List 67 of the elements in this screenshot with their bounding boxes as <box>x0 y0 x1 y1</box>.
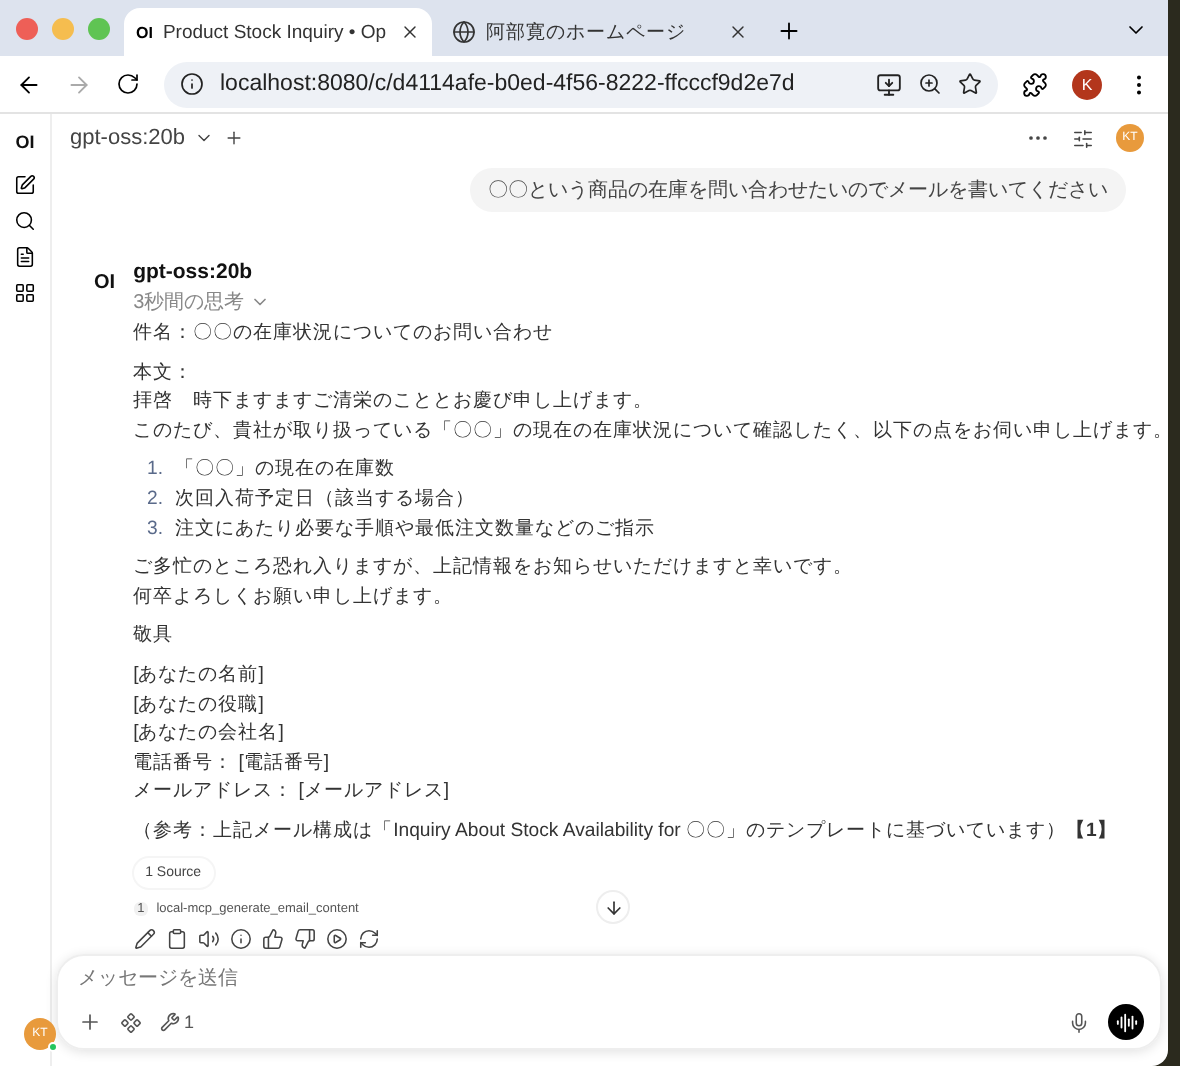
message-text: 敬具 <box>133 622 176 651</box>
close-window-button[interactable] <box>16 17 38 39</box>
close-icon[interactable] <box>728 22 748 42</box>
extensions-icon[interactable] <box>1022 71 1048 97</box>
notes-icon[interactable] <box>14 246 36 268</box>
back-icon[interactable] <box>16 71 42 97</box>
message-text: メールアドレス： [メールアドレス] <box>133 778 452 807</box>
address-bar[interactable]: localhost:8080/c/d4114afe-b0ed-4f56-8222-ffcccf9d2e7d <box>164 61 998 107</box>
thinking-toggle[interactable]: 3秒間の思考 <box>133 288 1168 316</box>
bookmark-star-icon[interactable] <box>958 72 982 96</box>
tab-title: Product Stock Inquiry • Op <box>162 21 389 43</box>
search-icon[interactable] <box>14 210 36 232</box>
new-chat-icon[interactable] <box>14 174 36 196</box>
user-message: 〇〇という商品の在庫を問い合わせたいのでメールを書いてください <box>470 168 1126 212</box>
tools-button[interactable]: 1 <box>160 1012 195 1032</box>
message-text: 何卒よろしくお願い申し上げます。 <box>133 583 456 612</box>
list-number: 2. <box>145 485 164 514</box>
reload-icon[interactable] <box>116 72 140 96</box>
add-icon[interactable] <box>78 1010 102 1034</box>
sound-wave-icon <box>1115 1011 1137 1033</box>
browser-tab[interactable]: OI Product Stock Inquiry • Op <box>124 8 432 56</box>
message-text: 拝啓 時下ますますご清栄のこととお慶び申し上げます。 <box>133 388 656 417</box>
tab-title: 阿部寛のホームページ <box>486 19 688 45</box>
copy-icon[interactable] <box>165 927 188 949</box>
install-icon[interactable] <box>876 71 902 97</box>
scroll-down-button[interactable] <box>596 890 630 924</box>
message-text: [あなたの役職] <box>133 691 266 720</box>
workspace-icon[interactable] <box>14 282 36 304</box>
controls-icon[interactable] <box>1072 127 1094 149</box>
message-text: [あなたの名前] <box>133 661 266 690</box>
app-logo[interactable]: OI <box>15 132 35 152</box>
info-icon[interactable] <box>229 927 252 949</box>
profile-avatar[interactable]: K <box>1072 69 1102 99</box>
speaker-icon[interactable] <box>197 927 220 949</box>
model-name[interactable]: gpt-oss:20b <box>70 126 185 150</box>
edit-icon[interactable] <box>133 927 156 949</box>
browser-tab[interactable]: 阿部寛のホームページ <box>440 8 760 56</box>
thumbs-down-icon[interactable] <box>293 927 316 949</box>
app-logo-icon: OI <box>136 23 153 41</box>
thumbs-up-icon[interactable] <box>261 927 284 949</box>
list-number: 3. <box>145 515 164 544</box>
zoom-icon[interactable] <box>918 72 942 96</box>
message-text: ご多忙のところ恐れ入りますが、上記情報をお知らせいただけますと幸いです。 <box>133 554 856 583</box>
arrow-down-icon <box>603 897 623 917</box>
message-text: （参考：上記メール構成は「Inquiry About Stock Availability for 〇〇」のテンプレートに基づいています）【1】 <box>133 817 1119 846</box>
voice-mode-button[interactable] <box>1108 1004 1144 1040</box>
assistant-name: gpt-oss:20b <box>133 260 255 284</box>
list-item-text: 「〇〇」の現在の在庫数 <box>175 456 396 485</box>
message-text: 本文： <box>133 359 196 388</box>
list-item-text: 次回入荷予定日（該当する場合） <box>175 485 476 514</box>
message-text: 件名：〇〇の在庫状況についてのお問い合わせ <box>133 320 556 348</box>
info-icon[interactable] <box>180 72 204 96</box>
new-tab-icon[interactable] <box>776 18 802 44</box>
list-item-text: 注文にあたり必要な手順や最低注文数量などのご指示 <box>175 515 656 544</box>
add-model-icon[interactable] <box>224 128 245 148</box>
close-icon[interactable] <box>400 22 420 42</box>
microphone-icon[interactable] <box>1068 1011 1090 1033</box>
assistant-logo: OI <box>94 270 116 298</box>
integrations-icon[interactable] <box>120 1011 142 1033</box>
list-number: 1. <box>145 456 164 485</box>
message-text: このたび、貴社が取り扱っている「〇〇」の現在の在庫状況について確認したく、以下の点をお伺い申し上げます。 <box>133 417 1168 446</box>
message-text: [あなたの会社名] <box>133 720 286 749</box>
wrench-icon <box>160 1012 180 1032</box>
globe-icon <box>452 20 476 44</box>
regenerate-icon[interactable] <box>357 927 380 949</box>
message-text: 電話番号： [電話番号] <box>133 749 332 778</box>
play-icon[interactable] <box>325 927 348 949</box>
